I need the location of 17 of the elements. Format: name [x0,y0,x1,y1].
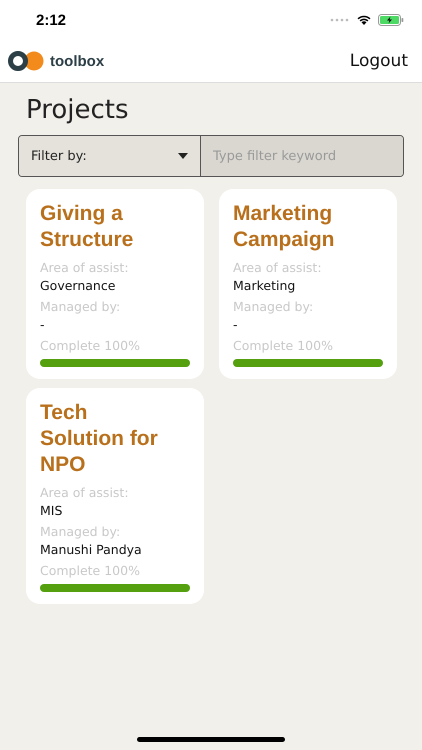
signal-icon [330,18,350,22]
page-title: Projects [26,95,130,125]
project-title: Marketing Campaign [233,201,336,253]
field-value: - [40,316,46,334]
field-value: Manushi Pandya [40,541,143,559]
field-value: - [233,316,239,334]
field-value: Marketing [233,277,296,295]
status-time: 2:12 [36,12,66,28]
field-value: Governance [40,277,116,295]
project-title: Giving a Structure [40,201,134,253]
logout-button[interactable]: Logout [350,51,408,71]
wifi-icon [356,14,372,26]
battery-icon [378,14,404,26]
project-title: Tech Solution for NPO [40,400,159,478]
brand-name: toolbox [50,52,104,70]
field-value: MIS [40,502,64,520]
logo-icon [7,51,45,71]
